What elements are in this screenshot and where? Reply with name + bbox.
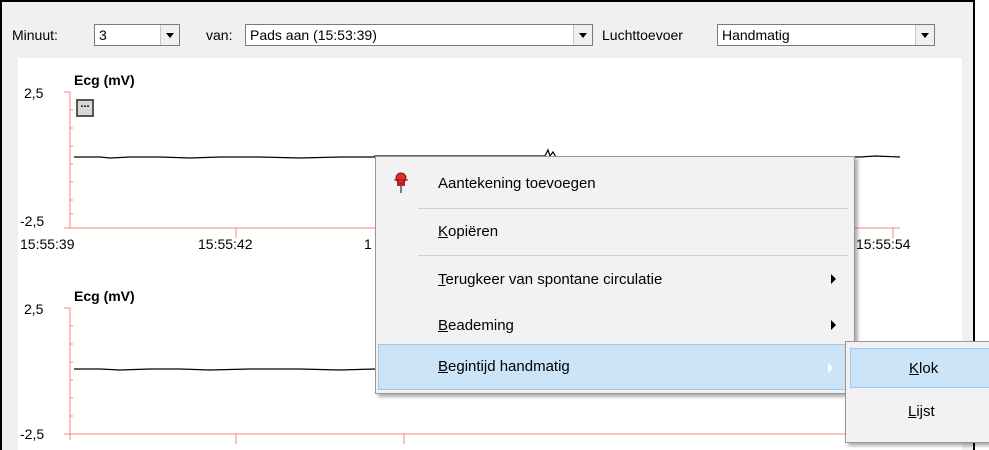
pushpin-icon	[394, 172, 408, 193]
chevron-right-icon	[831, 274, 836, 284]
menu-item-ventilation[interactable]: Beademing	[376, 307, 854, 343]
chart1-x-tick-label: 15:55:42	[198, 236, 253, 252]
chart1-y-min-label: -2,5	[20, 213, 45, 229]
chart2-minor-ticks	[70, 325, 405, 444]
menu-item-add-annotation[interactable]: Aantekening toevoegen	[376, 165, 854, 201]
chart2-y-max-label: 2,5	[24, 301, 44, 317]
menu-item-label: Beademing	[438, 317, 514, 334]
chart2-y-min-label: -2,5	[20, 426, 45, 442]
menu-item-label: Aantekening toevoegen	[438, 175, 596, 192]
chart1-title: Ecg (mV)	[74, 72, 135, 88]
chart2-trace	[74, 368, 376, 371]
chevron-right-icon	[831, 320, 836, 330]
context-menu: Aantekening toevoegen Kopiëren Terugkeer…	[375, 156, 855, 394]
menu-item-copy[interactable]: Kopiëren	[376, 213, 854, 249]
menu-item-label: Kopiëren	[438, 223, 499, 240]
chevron-right-icon	[828, 363, 833, 373]
chart1-y-max-label: 2,5	[24, 85, 44, 101]
menu-item-rosc[interactable]: Terugkeer van spontane circulatie	[376, 261, 854, 297]
chart1-x-tick-label: 15:55:39	[20, 236, 75, 252]
submenu-item-label: Lijst	[908, 403, 935, 420]
submenu-item-clock[interactable]: Klok	[850, 348, 989, 388]
menu-item-label: Terugkeer van spontane circulatie	[438, 271, 663, 288]
menu-separator	[418, 208, 848, 209]
chart1-x-tick-label: 1	[364, 236, 372, 252]
submenu-item-list[interactable]: Lijst	[850, 392, 989, 432]
menu-item-label: Begintijd handmatig	[438, 358, 570, 375]
submenu: Klok Lijst	[845, 341, 989, 443]
menu-item-manual-start-time[interactable]: Begintijd handmatig	[378, 344, 852, 390]
menu-separator	[418, 255, 848, 256]
chart1-x-tick-label: 15:55:54	[856, 236, 911, 252]
chart-options-button[interactable]: ...	[76, 99, 94, 117]
chart2-title: Ecg (mV)	[74, 288, 135, 304]
submenu-item-label: Klok	[909, 360, 939, 377]
